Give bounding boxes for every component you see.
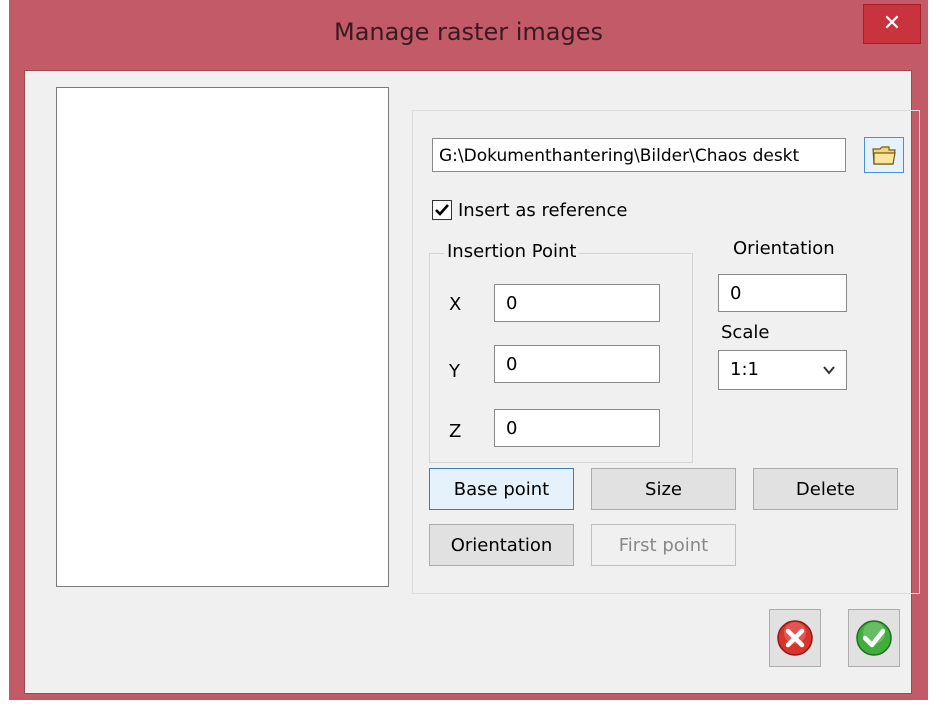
insertion-point-legend: Insertion Point bbox=[444, 241, 580, 262]
x-input[interactable]: 0 bbox=[494, 284, 660, 322]
delete-button[interactable]: Delete bbox=[753, 468, 898, 510]
settings-panel: G:\Dokumenthantering\Bilder\Chaos deskt … bbox=[412, 110, 920, 594]
orientation-button[interactable]: Orientation bbox=[429, 524, 574, 566]
base-point-button[interactable]: Base point bbox=[429, 468, 574, 510]
file-path-field[interactable]: G:\Dokumenthantering\Bilder\Chaos deskt bbox=[432, 138, 846, 172]
z-label: Z bbox=[449, 421, 462, 442]
scale-selected-value: 1:1 bbox=[730, 359, 759, 380]
size-button[interactable]: Size bbox=[591, 468, 736, 510]
cancel-button[interactable] bbox=[769, 609, 821, 667]
insert-as-reference-label: Insert as reference bbox=[458, 199, 628, 221]
y-label: Y bbox=[449, 361, 460, 382]
browse-button[interactable] bbox=[864, 137, 904, 173]
close-icon: ✕ bbox=[882, 11, 902, 36]
dialog-body: G:\Dokumenthantering\Bilder\Chaos deskt … bbox=[24, 70, 920, 694]
orientation-label: Orientation bbox=[733, 238, 835, 259]
chevron-down-icon bbox=[823, 366, 835, 375]
insert-as-reference-checkbox[interactable] bbox=[432, 200, 452, 220]
x-label: X bbox=[449, 294, 462, 315]
window-title: Manage raster images bbox=[334, 18, 603, 46]
orientation-input[interactable]: 0 bbox=[718, 274, 847, 312]
insert-as-reference-row[interactable]: Insert as reference bbox=[432, 197, 627, 223]
close-button[interactable]: ✕ bbox=[863, 4, 921, 44]
scale-select[interactable]: 1:1 bbox=[718, 350, 847, 390]
ok-icon bbox=[856, 620, 892, 656]
cancel-icon bbox=[777, 620, 813, 656]
ok-button[interactable] bbox=[848, 609, 900, 667]
checkmark-icon bbox=[435, 204, 449, 216]
insertion-point-group: Insertion Point X 0 Y 0 Z 0 bbox=[429, 241, 693, 463]
image-preview bbox=[56, 87, 389, 587]
z-input[interactable]: 0 bbox=[494, 409, 660, 447]
y-input[interactable]: 0 bbox=[494, 345, 660, 383]
first-point-button[interactable]: First point bbox=[591, 524, 736, 566]
dialog-window: Manage raster images ✕ G:\Dokumenthanter… bbox=[9, 0, 928, 700]
scale-label: Scale bbox=[721, 322, 770, 343]
folder-icon bbox=[872, 146, 896, 165]
title-bar[interactable]: Manage raster images ✕ bbox=[9, 0, 928, 70]
